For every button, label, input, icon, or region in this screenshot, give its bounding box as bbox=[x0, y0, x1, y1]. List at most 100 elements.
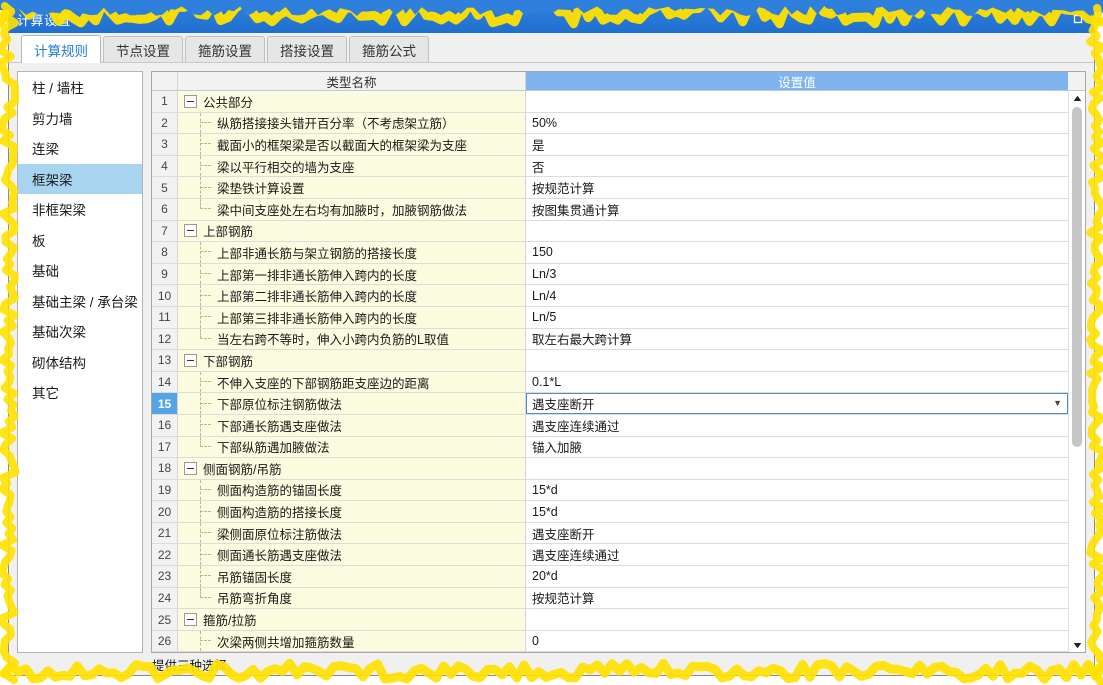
row-number[interactable]: 18 bbox=[152, 458, 178, 479]
row-number[interactable]: 1 bbox=[152, 91, 178, 112]
row-value-cell[interactable]: 20*d bbox=[526, 566, 1068, 587]
row-number[interactable]: 25 bbox=[152, 609, 178, 630]
scroll-down-arrow-icon[interactable] bbox=[1069, 638, 1085, 652]
row-type-name-cell[interactable]: 下部纵筋遇加腋做法 bbox=[178, 436, 526, 458]
row-type-name-cell[interactable]: 侧面构造筋的搭接长度 bbox=[178, 501, 526, 522]
table-row[interactable]: 18 侧面钢筋/吊筋 bbox=[152, 458, 1068, 480]
row-type-name-cell[interactable]: 上部第二排非通长筋伸入跨内的长度 bbox=[178, 285, 526, 306]
row-value-cell[interactable]: 遇支座连续通过 bbox=[526, 414, 1068, 436]
table-row[interactable]: 2 纵筋搭接接头错开百分率（不考虑架立筋） 50% bbox=[152, 112, 1068, 135]
table-row[interactable]: 14 不伸入支座的下部钢筋距支座边的距离 0.1*L bbox=[152, 371, 1068, 394]
row-type-name-cell[interactable]: 不伸入支座的下部钢筋距支座边的距离 bbox=[178, 371, 526, 393]
row-value-cell[interactable]: 锚入加腋 bbox=[526, 436, 1068, 458]
table-row[interactable]: 3 截面小的框架梁是否以截面大的框架梁为支座 是 bbox=[152, 134, 1068, 156]
table-row[interactable]: 9 上部第一排非通长筋伸入跨内的长度 Ln/3 bbox=[152, 263, 1068, 286]
row-number[interactable]: 13 bbox=[152, 350, 178, 371]
row-type-name-cell[interactable]: 下部通长筋遇支座做法 bbox=[178, 414, 526, 436]
row-number[interactable]: 26 bbox=[152, 630, 178, 652]
row-value-cell[interactable]: Ln/3 bbox=[526, 263, 1068, 285]
row-number[interactable]: 10 bbox=[152, 285, 178, 306]
row-value-cell[interactable]: Ln/5 bbox=[526, 306, 1068, 328]
row-number[interactable]: 17 bbox=[152, 436, 178, 458]
row-number[interactable]: 6 bbox=[152, 198, 178, 220]
table-row[interactable]: 22 侧面通长筋遇支座做法 遇支座连续通过 bbox=[152, 544, 1068, 567]
collapse-toggle-icon[interactable] bbox=[184, 353, 197, 367]
row-value-cell[interactable]: 50% bbox=[526, 112, 1068, 134]
row-value-cell[interactable]: 15*d bbox=[526, 479, 1068, 501]
sidebar-item-4[interactable]: 非框架梁 bbox=[18, 194, 142, 225]
sidebar-item-2[interactable]: 连梁 bbox=[18, 133, 142, 164]
row-value-cell[interactable]: 按图集贯通计算 bbox=[526, 198, 1068, 220]
row-type-name-cell[interactable]: 下部原位标注钢筋做法 bbox=[178, 393, 526, 414]
table-row[interactable]: 20 侧面构造筋的搭接长度 15*d bbox=[152, 501, 1068, 523]
row-number[interactable]: 14 bbox=[152, 371, 178, 393]
row-value-dropdown[interactable]: 遇支座断开 ▼ bbox=[526, 393, 1068, 414]
row-number[interactable]: 19 bbox=[152, 479, 178, 501]
table-row[interactable]: 23 吊筋锚固长度 20*d bbox=[152, 566, 1068, 588]
row-number[interactable]: 12 bbox=[152, 328, 178, 350]
row-value-cell[interactable]: 按规范计算 bbox=[526, 177, 1068, 198]
row-value-cell[interactable]: 取左右最大跨计算 bbox=[526, 328, 1068, 350]
sidebar-item-0[interactable]: 柱 / 墙柱 bbox=[18, 72, 142, 103]
row-value-cell[interactable] bbox=[526, 350, 1068, 371]
row-type-name-cell[interactable]: 吊筋锚固长度 bbox=[178, 566, 526, 587]
row-type-name-cell[interactable]: 梁侧面原位标注筋做法 bbox=[178, 522, 526, 544]
minimize-button[interactable] bbox=[1036, 8, 1064, 30]
row-number[interactable]: 22 bbox=[152, 544, 178, 566]
table-row[interactable]: 1 公共部分 bbox=[152, 91, 1068, 113]
row-number[interactable]: 4 bbox=[152, 155, 178, 177]
row-type-name-cell[interactable]: 侧面通长筋遇支座做法 bbox=[178, 544, 526, 566]
row-number[interactable]: 8 bbox=[152, 242, 178, 263]
table-row[interactable]: 17 下部纵筋遇加腋做法 锚入加腋 bbox=[152, 436, 1068, 459]
table-row[interactable]: 12 当左右跨不等时，伸入小跨内负筋的L取值 取左右最大跨计算 bbox=[152, 328, 1068, 351]
table-row[interactable]: 4 梁以平行相交的墙为支座 否 bbox=[152, 155, 1068, 178]
row-value-cell[interactable] bbox=[526, 220, 1068, 242]
collapse-toggle-icon[interactable] bbox=[184, 224, 197, 238]
maximize-button[interactable] bbox=[1064, 8, 1092, 30]
tab-node-settings[interactable]: 节点设置 bbox=[103, 36, 183, 62]
row-number[interactable]: 3 bbox=[152, 134, 178, 155]
row-type-name-cell[interactable]: 梁中间支座处左右均有加腋时，加腋钢筋做法 bbox=[178, 198, 526, 220]
sidebar-item-9[interactable]: 砌体结构 bbox=[18, 347, 142, 378]
row-type-name-cell[interactable]: 下部钢筋 bbox=[178, 350, 526, 371]
table-row[interactable]: 11 上部第三排非通长筋伸入跨内的长度 Ln/5 bbox=[152, 306, 1068, 329]
sidebar-item-10[interactable]: 其它 bbox=[18, 377, 142, 408]
row-value-cell[interactable]: Ln/4 bbox=[526, 285, 1068, 306]
scrollbar-thumb[interactable] bbox=[1072, 107, 1082, 447]
row-number[interactable]: 7 bbox=[152, 220, 178, 242]
row-number[interactable]: 16 bbox=[152, 414, 178, 436]
sidebar-item-8[interactable]: 基础次梁 bbox=[18, 316, 142, 347]
row-value-cell[interactable] bbox=[526, 91, 1068, 112]
row-type-name-cell[interactable]: 吊筋弯折角度 bbox=[178, 587, 526, 609]
table-row[interactable]: 26 次梁两侧共增加箍筋数量 0 bbox=[152, 630, 1068, 652]
row-value-cell[interactable] bbox=[526, 609, 1068, 630]
collapse-toggle-icon[interactable] bbox=[184, 94, 197, 108]
row-type-name-cell[interactable]: 纵筋搭接接头错开百分率（不考虑架立筋） bbox=[178, 112, 526, 134]
row-type-name-cell[interactable]: 侧面钢筋/吊筋 bbox=[178, 458, 526, 479]
row-type-name-cell[interactable]: 梁以平行相交的墙为支座 bbox=[178, 155, 526, 177]
row-type-name-cell[interactable]: 上部第三排非通长筋伸入跨内的长度 bbox=[178, 306, 526, 328]
row-number[interactable]: 2 bbox=[152, 112, 178, 134]
row-value-cell[interactable]: 150 bbox=[526, 242, 1068, 263]
row-type-name-cell[interactable]: 梁垫铁计算设置 bbox=[178, 177, 526, 198]
row-type-name-cell[interactable]: 截面小的框架梁是否以截面大的框架梁为支座 bbox=[178, 134, 526, 155]
row-type-name-cell[interactable]: 侧面构造筋的锚固长度 bbox=[178, 479, 526, 501]
table-row[interactable]: 5 梁垫铁计算设置 按规范计算 bbox=[152, 177, 1068, 199]
table-row[interactable]: 21 梁侧面原位标注筋做法 遇支座断开 bbox=[152, 522, 1068, 545]
table-row[interactable]: 15 下部原位标注钢筋做法 遇支座断开 ▼ bbox=[152, 393, 1068, 415]
row-value-cell[interactable]: 否 bbox=[526, 155, 1068, 177]
sidebar-item-1[interactable]: 剪力墙 bbox=[18, 103, 142, 134]
tab-calc-rules[interactable]: 计算规则 bbox=[21, 35, 101, 63]
row-number[interactable]: 24 bbox=[152, 587, 178, 609]
row-number[interactable]: 5 bbox=[152, 177, 178, 198]
row-number[interactable]: 20 bbox=[152, 501, 178, 522]
row-value-cell[interactable]: 遇支座断开 bbox=[526, 522, 1068, 544]
table-row[interactable]: 10 上部第二排非通长筋伸入跨内的长度 Ln/4 bbox=[152, 285, 1068, 307]
row-value-cell[interactable]: 按规范计算 bbox=[526, 587, 1068, 609]
row-number[interactable]: 9 bbox=[152, 263, 178, 285]
row-type-name-cell[interactable]: 上部钢筋 bbox=[178, 220, 526, 242]
row-value-cell[interactable]: 遇支座连续通过 bbox=[526, 544, 1068, 566]
table-row[interactable]: 25 箍筋/拉筋 bbox=[152, 609, 1068, 631]
row-number[interactable]: 21 bbox=[152, 522, 178, 544]
row-value-cell[interactable]: 是 bbox=[526, 134, 1068, 155]
